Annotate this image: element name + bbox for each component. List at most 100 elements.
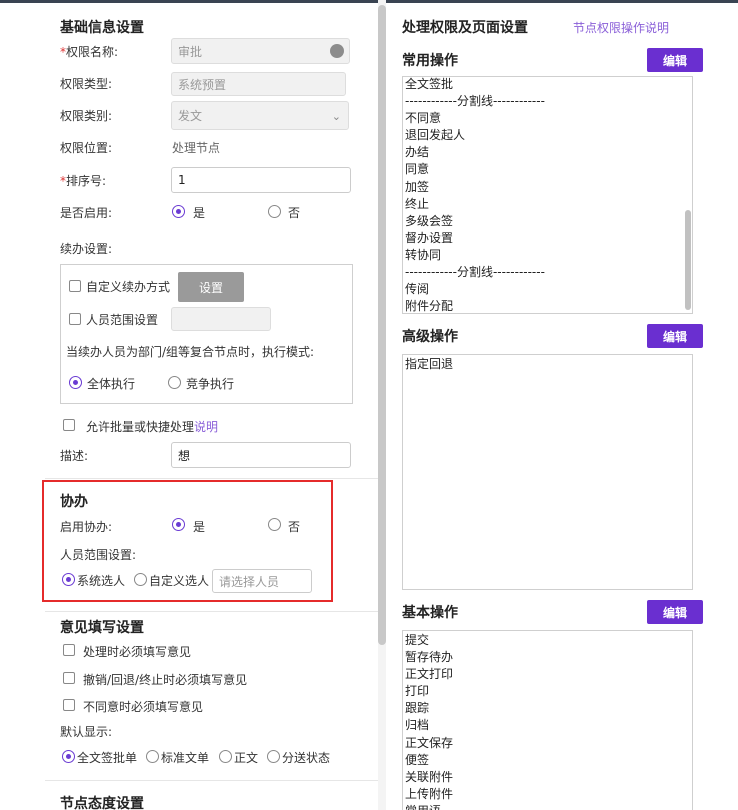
custom-continue-checkbox[interactable] bbox=[69, 280, 81, 292]
perm-category-select[interactable]: 发文 ⌄ bbox=[171, 101, 349, 130]
person-range-label: 人员范围设置 bbox=[86, 313, 159, 327]
sort-value: 1 bbox=[178, 173, 186, 187]
opinion-opt1-checkbox[interactable] bbox=[63, 644, 75, 656]
continue-label: 续办设置: bbox=[60, 242, 113, 256]
common-edit-button[interactable]: 编辑 bbox=[647, 48, 703, 72]
enabled-yes-radio[interactable] bbox=[172, 205, 185, 218]
list-item[interactable]: 归档 bbox=[403, 717, 683, 734]
enabled-yes-label: 是 bbox=[193, 206, 206, 220]
perm-name-field[interactable]: 审批 bbox=[171, 38, 350, 64]
list-item[interactable]: 加签 bbox=[403, 179, 683, 196]
list-item[interactable]: 终止 bbox=[403, 196, 683, 213]
list-item[interactable]: 多级会签 bbox=[403, 213, 683, 230]
section-divider bbox=[45, 478, 378, 479]
setup-button[interactable]: 设置 bbox=[178, 272, 244, 302]
list-item[interactable]: 附件分配 bbox=[403, 298, 683, 313]
perm-type-value: 系统预置 bbox=[178, 77, 227, 92]
basic-info-title: 基础信息设置 bbox=[60, 20, 144, 36]
advanced-ops-title: 高级操作 bbox=[402, 329, 458, 345]
allow-batch-label: 允许批量或快捷处理说明 bbox=[86, 420, 219, 434]
display-d1-radio[interactable] bbox=[62, 750, 75, 763]
sort-label: *排序号: bbox=[60, 174, 107, 188]
exec-all-label: 全体执行 bbox=[87, 377, 136, 391]
display-d2-label: 标准文单 bbox=[161, 751, 210, 765]
person-range-input[interactable] bbox=[171, 307, 271, 331]
list-item[interactable]: 提交 bbox=[403, 632, 683, 649]
exec-all-radio[interactable] bbox=[69, 376, 82, 389]
perm-type-field: 系统预置 bbox=[171, 72, 346, 96]
exec-compete-label: 竞争执行 bbox=[186, 377, 235, 391]
person-range-checkbox[interactable] bbox=[69, 313, 81, 325]
chevron-down-icon: ⌄ bbox=[331, 110, 341, 123]
highlight-frame bbox=[42, 480, 333, 602]
perm-category-label: 权限类别: bbox=[60, 109, 113, 123]
display-d3-label: 正文 bbox=[234, 751, 259, 765]
basic-ops-list[interactable]: 提交暂存待办正文打印打印跟踪归档正文保存便签关联附件上传附件常用语 bbox=[402, 630, 693, 810]
list-item[interactable]: 上传附件 bbox=[403, 786, 683, 803]
list-item[interactable]: ------------分割线------------ bbox=[403, 93, 683, 110]
display-d4-radio[interactable] bbox=[267, 750, 280, 763]
page-scrollbar-thumb[interactable] bbox=[378, 5, 386, 645]
display-d2-radio[interactable] bbox=[146, 750, 159, 763]
perm-name-label: *权限名称: bbox=[60, 45, 119, 59]
display-d3-radio[interactable] bbox=[219, 750, 232, 763]
list-item[interactable]: 正文打印 bbox=[403, 666, 683, 683]
list-item[interactable]: 跟踪 bbox=[403, 700, 683, 717]
perm-position-value: 处理节点 bbox=[172, 141, 221, 155]
perm-name-value: 审批 bbox=[178, 44, 203, 59]
list-item[interactable]: 便签 bbox=[403, 752, 683, 769]
common-ops-title: 常用操作 bbox=[402, 53, 458, 69]
right-panel-title: 处理权限及页面设置 bbox=[402, 20, 528, 36]
common-ops-list[interactable]: 全文签批 ------------分割线------------ 不同意 退回发起人办… bbox=[402, 76, 693, 314]
list-item[interactable]: 打印 bbox=[403, 683, 683, 700]
common-list-scrollbar[interactable] bbox=[685, 210, 691, 310]
basic-edit-button[interactable]: 编辑 bbox=[647, 600, 703, 624]
enabled-no-radio[interactable] bbox=[268, 205, 281, 218]
list-item[interactable]: 指定回退 bbox=[403, 356, 683, 373]
mode-text: 当续办人员为部门/组等复合节点时，执行模式: bbox=[66, 345, 315, 359]
advanced-ops-list[interactable]: 指定回退 bbox=[402, 354, 693, 590]
enabled-no-label: 否 bbox=[288, 206, 301, 220]
list-item[interactable]: 退回发起人 bbox=[403, 127, 683, 144]
list-item[interactable]: 办结 bbox=[403, 144, 683, 161]
basic-ops-title: 基本操作 bbox=[402, 605, 458, 621]
opinion-opt2-checkbox[interactable] bbox=[63, 672, 75, 684]
list-item[interactable]: 正文保存 bbox=[403, 735, 683, 752]
list-item[interactable]: 关联附件 bbox=[403, 769, 683, 786]
exec-compete-radio[interactable] bbox=[168, 376, 181, 389]
sort-input[interactable]: 1 bbox=[171, 167, 351, 193]
section-divider bbox=[45, 780, 378, 781]
desc-label: 描述: bbox=[60, 449, 89, 463]
custom-continue-label: 自定义续办方式 bbox=[86, 280, 171, 294]
opinion-opt3-label: 不同意时必须填写意见 bbox=[83, 700, 204, 714]
list-item[interactable]: 不同意 bbox=[403, 110, 683, 127]
perm-category-value: 发文 bbox=[178, 109, 203, 123]
list-item[interactable]: 常用语 bbox=[403, 803, 683, 810]
desc-input[interactable]: 想 bbox=[171, 442, 351, 468]
list-item[interactable]: 同意 bbox=[403, 161, 683, 178]
opinion-opt1-label: 处理时必须填写意见 bbox=[83, 645, 192, 659]
list-item[interactable]: 暂存待办 bbox=[403, 649, 683, 666]
list-item[interactable]: ------------分割线------------ bbox=[403, 264, 683, 281]
help-link[interactable]: 节点权限操作说明 bbox=[573, 19, 669, 36]
list-item[interactable]: 传阅 bbox=[403, 281, 683, 298]
list-item[interactable]: 全文签批 bbox=[403, 77, 683, 93]
node-attitude-title: 节点态度设置 bbox=[60, 796, 144, 810]
opinion-title: 意见填写设置 bbox=[60, 620, 144, 636]
window-top-bar bbox=[0, 0, 738, 3]
list-item[interactable]: 督办设置 bbox=[403, 230, 683, 247]
enabled-label: 是否启用: bbox=[60, 206, 113, 220]
perm-position-label: 权限位置: bbox=[60, 141, 113, 155]
globe-icon[interactable] bbox=[330, 44, 344, 58]
default-display-label: 默认显示: bbox=[60, 725, 113, 739]
display-d1-label: 全文签批单 bbox=[77, 751, 138, 765]
opinion-opt2-label: 撤销/回退/终止时必须填写意见 bbox=[83, 673, 248, 687]
allow-batch-checkbox[interactable] bbox=[63, 419, 75, 431]
perm-type-label: 权限类型: bbox=[60, 77, 113, 91]
section-divider bbox=[45, 611, 378, 612]
display-d4-label: 分送状态 bbox=[282, 751, 331, 765]
list-item[interactable]: 转协同 bbox=[403, 247, 683, 264]
explain-link[interactable]: 说明 bbox=[194, 420, 218, 434]
opinion-opt3-checkbox[interactable] bbox=[63, 699, 75, 711]
advanced-edit-button[interactable]: 编辑 bbox=[647, 324, 703, 348]
